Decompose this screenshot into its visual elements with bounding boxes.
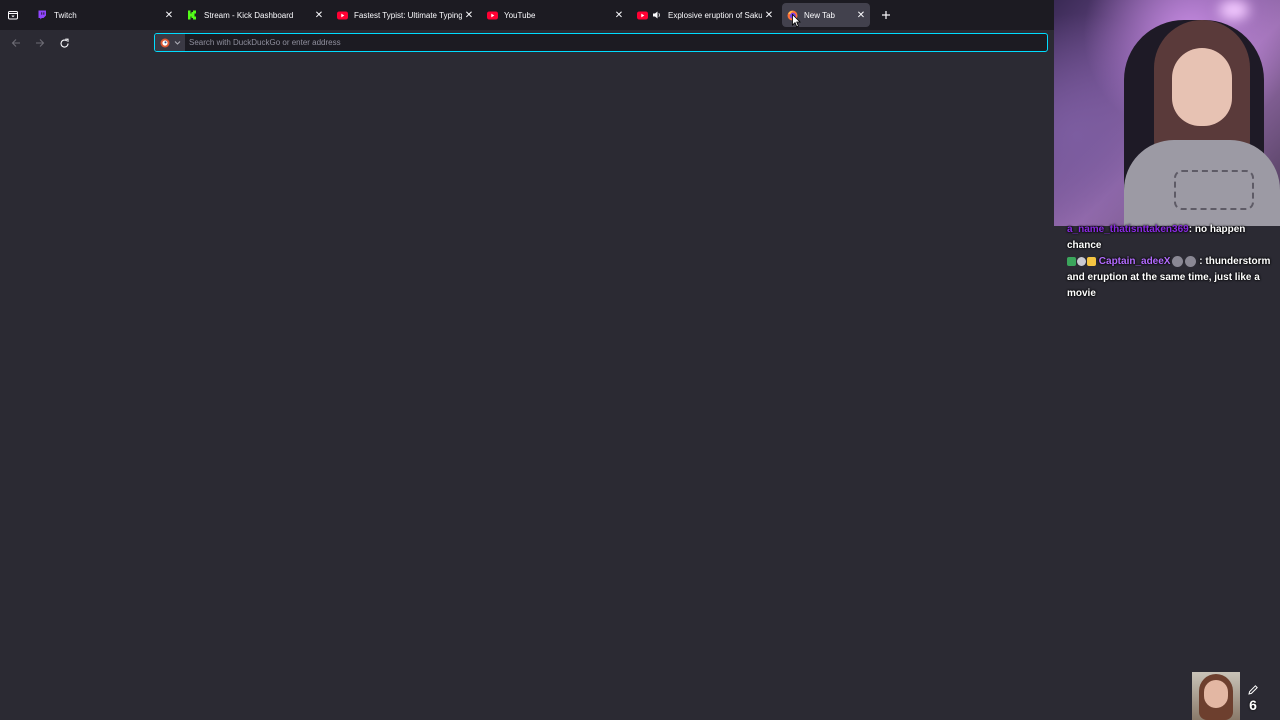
youtube-icon — [336, 9, 348, 21]
webcam-streamer-face — [1172, 48, 1232, 126]
mouse-cursor-icon — [792, 14, 801, 28]
chat-username: Captain_adeeX — [1098, 256, 1171, 267]
plus-icon — [882, 11, 890, 19]
list-all-tabs-icon — [8, 11, 18, 20]
duckduckgo-icon — [160, 38, 169, 47]
tab-twitch[interactable]: Twitch ✕ — [32, 3, 178, 27]
chat-username: a_name_thatisnttaken369 — [1067, 224, 1189, 235]
back-button[interactable] — [8, 35, 24, 51]
close-tab-icon[interactable]: ✕ — [162, 8, 176, 22]
webcam-overlay — [1054, 0, 1280, 226]
emote-icon — [1172, 255, 1184, 267]
search-engine-selector[interactable] — [155, 34, 185, 51]
crown-badge-icon — [1087, 256, 1096, 266]
close-tab-icon[interactable]: ✕ — [462, 8, 476, 22]
pen-icon — [1248, 685, 1258, 695]
tab-title: Explosive eruption of Sakura — [668, 10, 762, 20]
tab-youtube[interactable]: YouTube ✕ — [482, 3, 628, 27]
tab-title: YouTube — [504, 10, 536, 20]
chevron-down-icon — [174, 41, 180, 45]
avatar-face — [1204, 680, 1228, 708]
close-tab-icon[interactable]: ✕ — [312, 8, 326, 22]
viewer-avatar — [1192, 672, 1240, 720]
tab-title: New Tab — [804, 10, 835, 20]
close-tab-icon[interactable]: ✕ — [854, 8, 868, 22]
twitch-icon — [36, 9, 48, 21]
back-arrow-icon — [11, 39, 20, 47]
reload-icon — [60, 38, 69, 48]
webcam-shirt-print — [1174, 170, 1254, 210]
chat-message: a_name_thatisnttaken369: no happen chanc… — [1067, 222, 1273, 254]
forward-arrow-icon — [36, 39, 45, 47]
webcam-lamp — [1219, 0, 1249, 20]
tab-title: Twitch — [54, 10, 77, 20]
new-tab-button[interactable] — [878, 7, 894, 23]
kick-icon — [186, 9, 198, 21]
tab-title: Fastest Typist: Ultimate Typing C — [354, 10, 462, 20]
chat-message: Captain_adeeX : thunderstorm and eruptio… — [1067, 254, 1273, 302]
counter-value: 6 — [1249, 697, 1257, 713]
tab-kick-dashboard[interactable]: Stream - Kick Dashboard ✕ — [182, 3, 328, 27]
tab-explosive-eruption[interactable]: Explosive eruption of Sakura ✕ — [632, 3, 778, 27]
emote-icon — [1185, 255, 1197, 267]
chat-overlay: a_name_thatisnttaken369: no happen chanc… — [1067, 222, 1273, 302]
speaker-icon[interactable] — [652, 10, 662, 20]
address-bar[interactable] — [154, 33, 1048, 52]
widget-counter: 6 — [1243, 684, 1263, 714]
close-tab-icon[interactable]: ✕ — [612, 8, 626, 22]
tab-title: Stream - Kick Dashboard — [204, 10, 294, 20]
reload-button[interactable] — [56, 35, 72, 51]
forward-button[interactable] — [32, 35, 48, 51]
tab-overview-button[interactable] — [0, 0, 26, 30]
youtube-icon — [636, 9, 648, 21]
close-tab-icon[interactable]: ✕ — [762, 8, 776, 22]
tab-fastest-typist[interactable]: Fastest Typist: Ultimate Typing C ✕ — [332, 3, 478, 27]
address-input[interactable] — [185, 34, 1047, 51]
moderator-badge-icon — [1077, 256, 1086, 266]
chat-badges — [1067, 256, 1096, 266]
verified-badge-icon — [1067, 256, 1076, 266]
youtube-icon — [486, 9, 498, 21]
